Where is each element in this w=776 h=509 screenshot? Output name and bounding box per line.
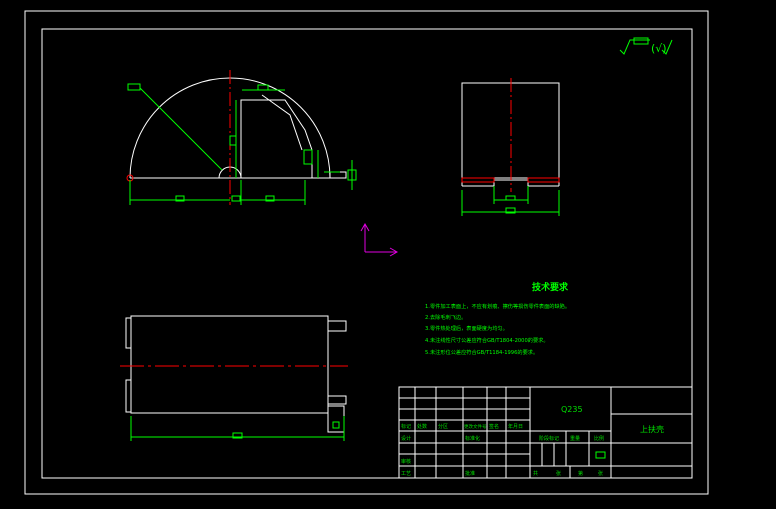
- material-label: Q235: [561, 405, 583, 414]
- tb-label-zone: 分区: [438, 423, 448, 430]
- cad-drawing-canvas[interactable]: (√) 技术要求 1.零件加工表面上，不应有划痕、擦伤等损伤零件表面的缺陷。 2…: [0, 0, 776, 509]
- tech-req-item: 4.未注线性尺寸公差应符合GB/T1804-2000的要求。: [425, 336, 549, 344]
- tech-req-item: 3.零件热处理后，表面硬度为均匀。: [425, 324, 508, 332]
- tb-label-count: 处数: [417, 423, 427, 430]
- tb-label-sheet-no: 第: [578, 470, 583, 477]
- tech-requirements-title: 技术要求: [532, 281, 569, 293]
- tb-label-design: 设计: [401, 435, 411, 442]
- tb-label-date: 年月日: [508, 423, 523, 430]
- tech-req-item: 5.未注形位公差应符合GB/T1184-1996的要求。: [425, 348, 538, 356]
- tb-label-change-doc: 更改文件号: [464, 423, 487, 430]
- top-view: [120, 315, 348, 441]
- surface-roughness-separator: (√): [651, 42, 667, 55]
- inner-drawing-frame: [41, 28, 693, 479]
- tech-req-item: 2.去除毛刺飞边。: [425, 313, 466, 321]
- tb-label-sheet-unit: 张: [556, 470, 561, 477]
- technical-requirements: 技术要求 1.零件加工表面上，不应有划痕、擦伤等损伤零件表面的缺陷。 2.去除毛…: [425, 281, 570, 356]
- part-name-label: 上扶壳: [640, 424, 664, 434]
- tb-label-signature: 签名: [489, 423, 499, 430]
- tb-label-sheet-total: 共: [533, 470, 538, 477]
- tb-label-sheet-unit-2: 张: [598, 470, 603, 477]
- tb-label-weight: 重量: [570, 435, 580, 442]
- tb-label-process: 工艺: [401, 471, 411, 477]
- surface-roughness-symbol: (√): [619, 37, 673, 55]
- scale-value-box: [595, 451, 606, 459]
- tb-label-approve: 批准: [465, 470, 475, 477]
- tb-label-mark: 标记: [401, 423, 411, 430]
- tb-label-review: 审核: [401, 458, 411, 465]
- tb-label-stage-mark: 阶段标记: [539, 435, 559, 442]
- tech-req-item: 1.零件加工表面上，不应有划痕、擦伤等损伤零件表面的缺陷。: [425, 302, 570, 310]
- ucs-axis-icon: [360, 222, 399, 257]
- tb-label-scale: 比例: [594, 435, 604, 442]
- front-view: [126, 70, 357, 205]
- tb-label-standardization: 标准化: [465, 435, 480, 442]
- side-view: [461, 78, 560, 216]
